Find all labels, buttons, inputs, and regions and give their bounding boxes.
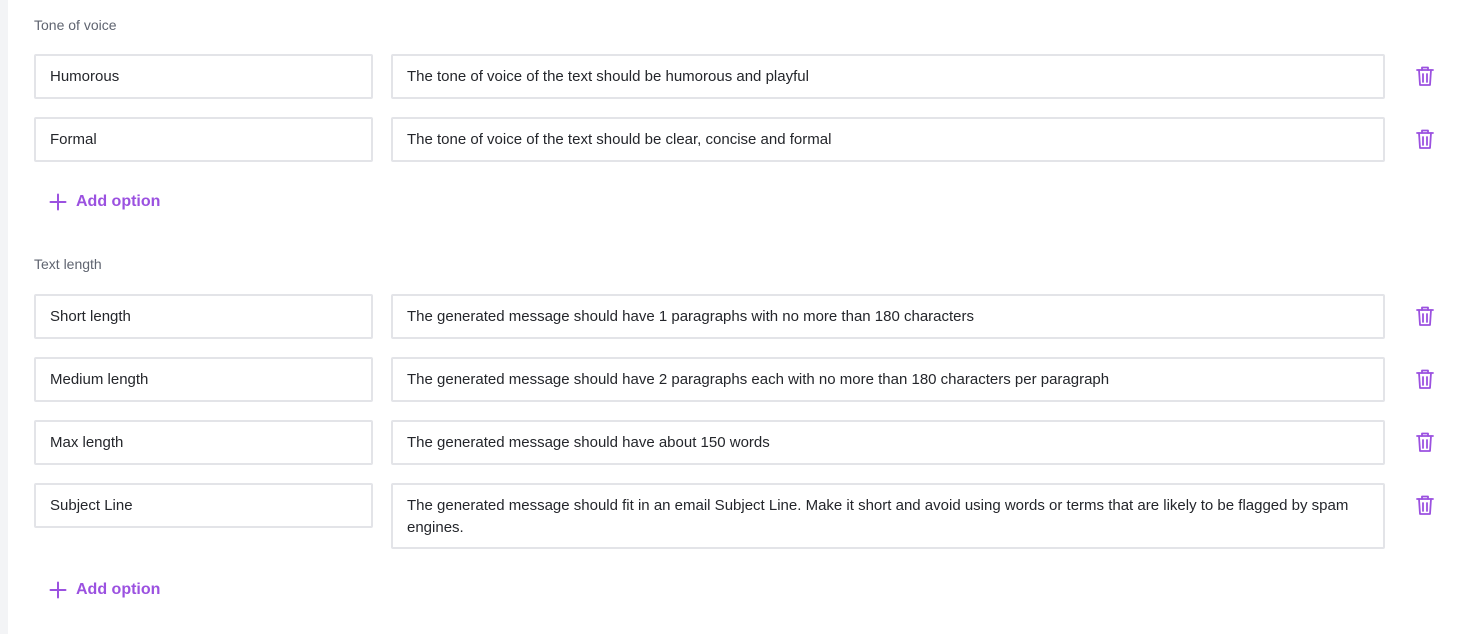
option-description-input[interactable]: The generated message should fit in an e… [391,483,1385,549]
option-name-input[interactable] [34,294,373,339]
add-option-label: Add option [76,581,161,598]
option-name-input[interactable] [34,483,373,528]
section-label-tone-of-voice: Tone of voice [34,17,117,33]
option-description-input[interactable] [391,294,1385,339]
option-description-input[interactable] [391,117,1385,162]
plus-icon [49,193,67,211]
add-option-label: Add option [76,193,161,210]
trash-icon[interactable] [1415,65,1435,87]
trash-icon[interactable] [1415,368,1435,390]
option-description-input[interactable] [391,54,1385,99]
trash-icon[interactable] [1415,305,1435,327]
add-option-button[interactable]: Add option [49,190,160,214]
trash-icon[interactable] [1415,494,1435,516]
option-name-input[interactable] [34,420,373,465]
trash-icon[interactable] [1415,128,1435,150]
option-description-input[interactable] [391,420,1385,465]
section-label-text-length: Text length [34,256,102,272]
option-description-input[interactable] [391,357,1385,402]
trash-icon[interactable] [1415,431,1435,453]
option-name-input[interactable] [34,117,373,162]
option-name-input[interactable] [34,357,373,402]
plus-icon [49,581,67,599]
add-option-button[interactable]: Add option [49,578,160,602]
option-name-input[interactable] [34,54,373,99]
